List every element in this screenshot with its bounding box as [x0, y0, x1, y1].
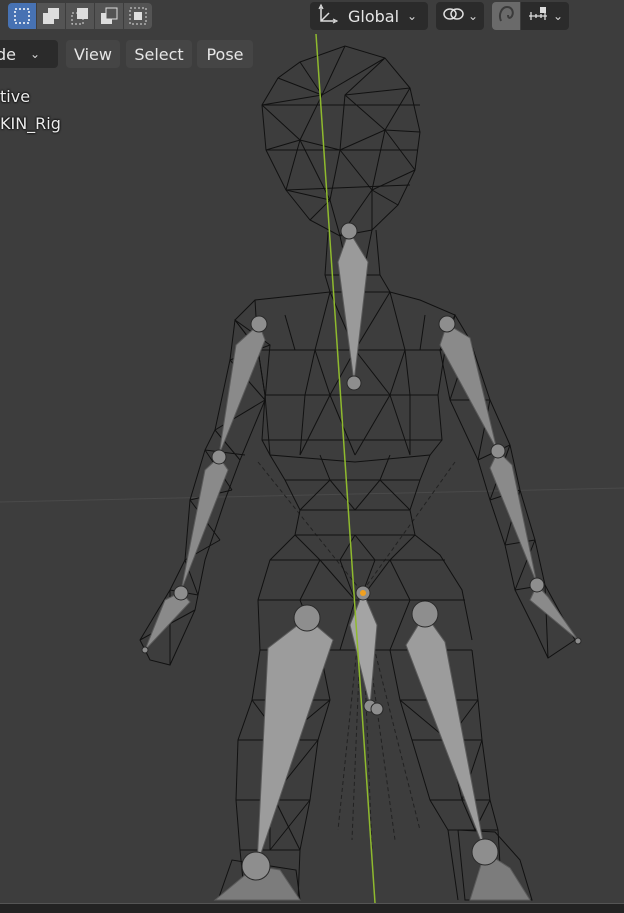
pose-menu[interactable]: Pose	[197, 40, 253, 68]
chevron-down-icon: ⌄	[30, 47, 41, 61]
viewport-mode-text: tive	[0, 87, 31, 106]
mirror-icon	[527, 6, 549, 26]
armature-bones	[144, 229, 579, 901]
extend-selection-icon[interactable]	[66, 3, 94, 29]
active-object-name: KIN_Rig	[0, 114, 61, 133]
x-axis-line	[0, 487, 624, 503]
3d-viewport[interactable]	[0, 0, 624, 912]
transform-orientation-icon	[316, 3, 339, 29]
selection-mode-group	[8, 3, 152, 29]
set-selection-icon[interactable]	[37, 3, 65, 29]
view-menu[interactable]: View	[66, 40, 120, 68]
active-bone-origin	[360, 590, 366, 596]
snap-icon	[496, 4, 516, 28]
intersect-selection-icon[interactable]	[124, 3, 152, 29]
viewport-canvas[interactable]	[0, 0, 624, 912]
chevron-down-icon: ⌄	[467, 9, 479, 23]
pivot-point-dropdown[interactable]: ⌄	[436, 2, 484, 30]
pivot-link-icon	[442, 4, 464, 28]
select-menu[interactable]: Select	[126, 40, 192, 68]
mode-label: de	[0, 44, 16, 64]
y-axis-line	[315, 33, 376, 904]
snap-toggle[interactable]	[492, 2, 520, 30]
chevron-down-icon: ⌄	[407, 9, 418, 23]
snap-mode-dropdown[interactable]: ⌄	[521, 2, 569, 30]
orientation-label: Global	[348, 6, 400, 26]
chevron-down-icon: ⌄	[552, 9, 564, 23]
transform-orientation-dropdown[interactable]: Global ⌄	[310, 2, 428, 30]
mode-dropdown[interactable]: de ⌄	[0, 40, 58, 68]
subtract-selection-icon[interactable]	[95, 3, 123, 29]
box-select-icon[interactable]	[8, 3, 36, 29]
